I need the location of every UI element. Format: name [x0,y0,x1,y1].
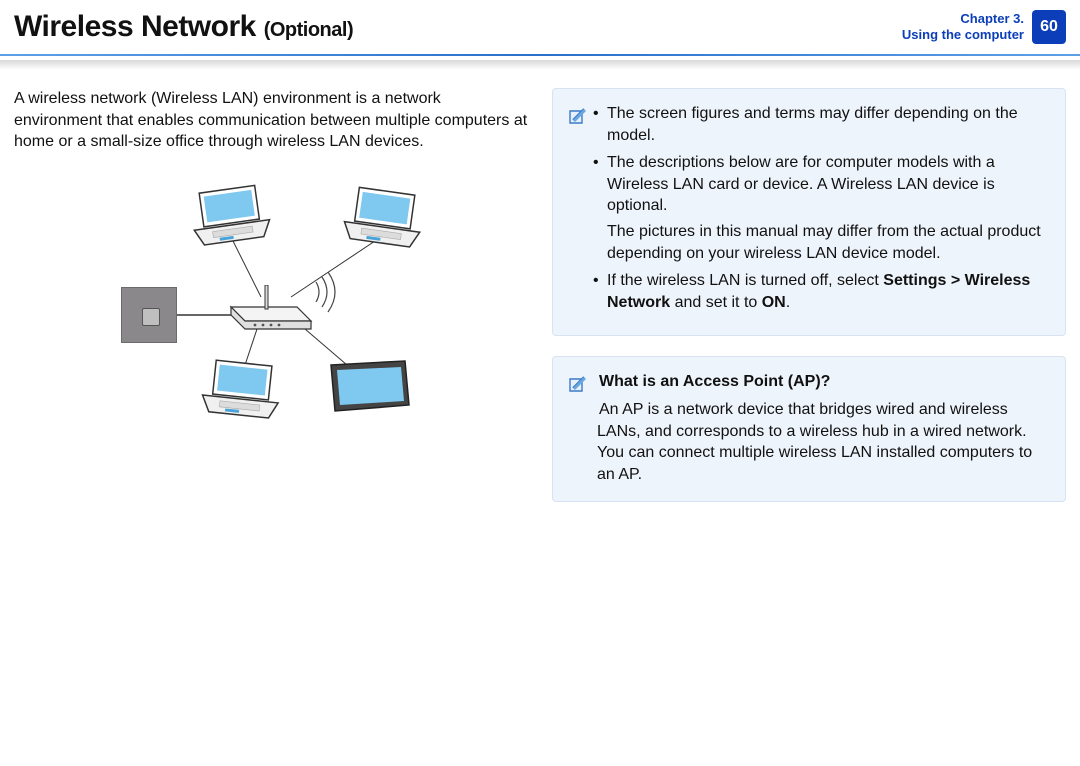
page-title: Wireless Network (Optional) [14,10,902,44]
router-icon [225,285,317,340]
chapter-line-1: Chapter 3. [902,11,1024,27]
note-bullet: If the wireless LAN is turned off, selec… [593,270,1047,313]
title-main: Wireless Network [14,10,256,43]
note-bullet: The descriptions below are for computer … [593,152,1047,264]
header-divider [0,54,1080,56]
note-card-info: The screen figures and terms may differ … [552,88,1066,336]
tablet-icon [323,355,413,422]
content-columns: A wireless network (Wireless LAN) enviro… [0,70,1080,522]
laptop-icon [196,355,287,430]
note-card-ap: What is an Access Point (AP)? An AP is a… [552,356,1066,502]
laptop-icon [185,179,278,257]
note-bullet: The screen figures and terms may differ … [593,103,1047,146]
laptop-icon [337,181,430,259]
wall-outlet-icon [121,287,177,343]
ap-heading: What is an Access Point (AP)? [571,371,1047,393]
page-number-badge: 60 [1032,10,1066,44]
note-icon [567,375,589,404]
ap-body: An AP is a network device that bridges w… [597,399,1047,485]
page-header: Wireless Network (Optional) Chapter 3. U… [0,0,1080,52]
chapter-line-2: Using the computer [902,27,1024,43]
intro-paragraph: A wireless network (Wireless LAN) enviro… [14,88,528,153]
page-number: 60 [1040,18,1058,36]
chapter-label: Chapter 3. Using the computer [902,11,1024,44]
left-column: A wireless network (Wireless LAN) enviro… [14,88,528,522]
note-icon [567,107,589,136]
right-column: The screen figures and terms may differ … [552,88,1066,522]
network-diagram [91,167,451,437]
header-shadow [0,60,1080,70]
title-optional: (Optional) [264,19,353,41]
